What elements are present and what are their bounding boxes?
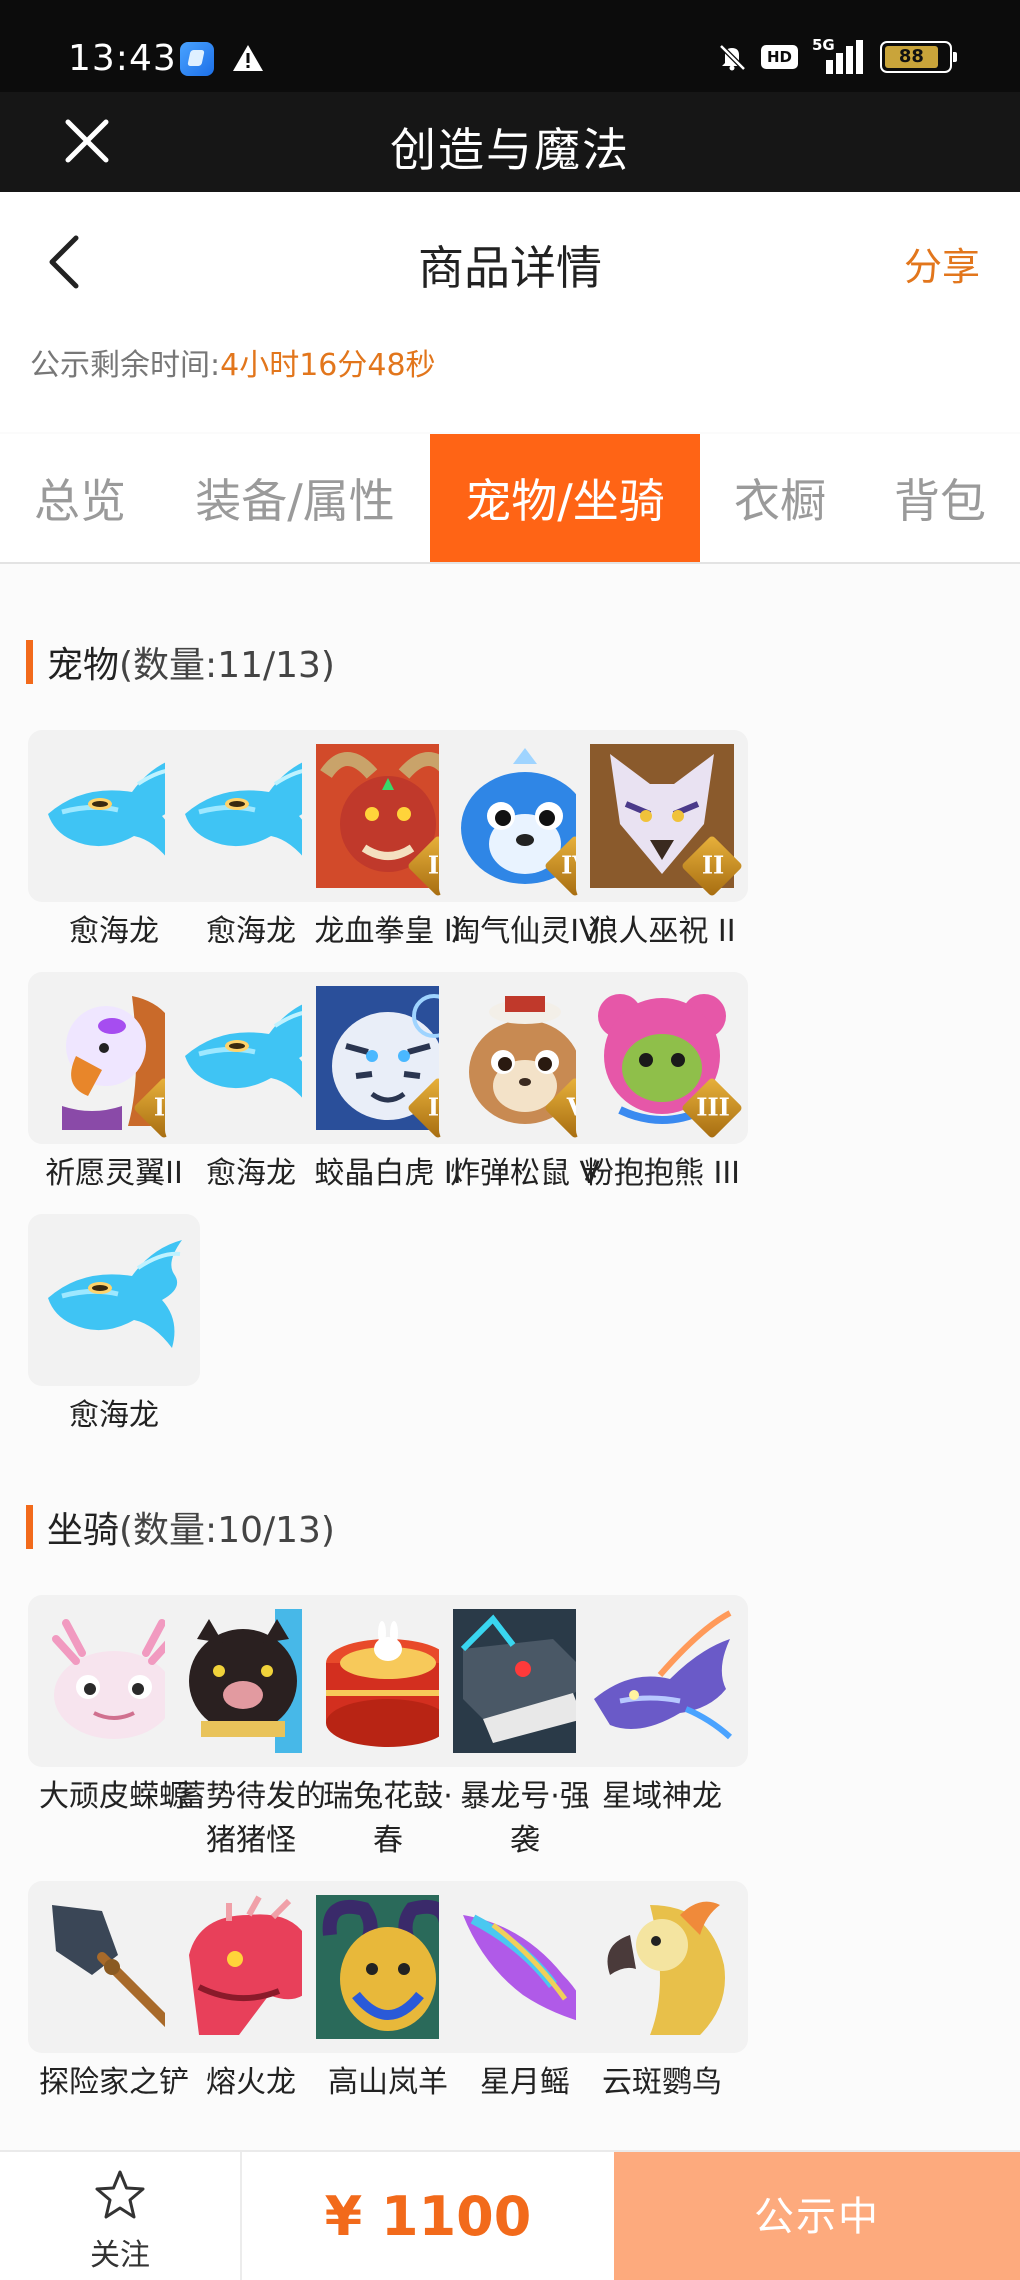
pet-item[interactable]: 愈海龙 bbox=[26, 1214, 202, 1438]
mute-bell-icon bbox=[719, 44, 746, 71]
tab-wardrobe[interactable]: 衣橱 bbox=[720, 434, 840, 562]
tab-backpack[interactable]: 背包 bbox=[880, 434, 1000, 562]
page-title: 商品详情 bbox=[418, 241, 602, 295]
section-accent-bar bbox=[26, 640, 33, 684]
star-dragon-image bbox=[594, 1610, 733, 1740]
mount-item[interactable]: 云斑鹦鸟 bbox=[574, 1881, 750, 2105]
status-time: 13:43 bbox=[68, 38, 177, 79]
parrot-image bbox=[607, 1901, 725, 2035]
pet-thumbnail: III bbox=[576, 972, 748, 1144]
page-header: 商品详情 分享 bbox=[0, 192, 1020, 330]
network-label: 5G bbox=[812, 36, 835, 54]
tab-bar: 总览 装备/属性 宠物/坐骑 衣橱 背包 bbox=[0, 434, 1020, 564]
tab-overview[interactable]: 总览 bbox=[10, 434, 150, 562]
warning-icon bbox=[233, 45, 263, 71]
pet-item[interactable]: III 粉抱抱熊 III bbox=[574, 972, 750, 1196]
share-button[interactable]: 分享 bbox=[904, 236, 980, 291]
countdown-label: 公示剩余时间: bbox=[30, 348, 221, 383]
pets-title: 宠物 bbox=[47, 645, 120, 686]
pet-thumbnail: II bbox=[576, 730, 748, 902]
countdown-row: 公示剩余时间:4小时16分48秒 bbox=[0, 330, 1020, 432]
publicity-status-button[interactable]: 公示中 bbox=[614, 2152, 1020, 2280]
signal-icon: 5G bbox=[812, 36, 866, 74]
pets-count: (数量:11/13) bbox=[119, 645, 335, 686]
sea-dragon-image bbox=[48, 1240, 182, 1348]
mounts-title: 坐骑 bbox=[47, 1510, 120, 1551]
pet-name: 愈海龙 bbox=[69, 1398, 159, 1433]
follow-label: 关注 bbox=[90, 2238, 150, 2273]
mount-name: 云斑鹦鸟 bbox=[602, 2065, 722, 2100]
star-outline-icon bbox=[95, 2170, 145, 2219]
app-title: 创造与魔法 bbox=[390, 123, 630, 177]
follow-button[interactable]: 关注 bbox=[0, 2152, 242, 2280]
section-accent-bar bbox=[26, 1505, 33, 1549]
status-bar: 13:43 HD 5G 88 bbox=[0, 0, 1020, 92]
mount-name: 星域神龙 bbox=[602, 1779, 722, 1814]
mounts-section-header: 坐骑 (数量:10/13) bbox=[26, 1501, 335, 1553]
price: ¥ 1100 bbox=[324, 2185, 532, 2248]
tier-label: III bbox=[696, 1092, 730, 1122]
tab-pets-mounts[interactable]: 宠物/坐骑 bbox=[430, 434, 700, 562]
bottom-bar: 关注 ¥ 1100 公示中 bbox=[0, 2150, 1020, 2280]
pet-name: 狼人巫祝 II bbox=[588, 914, 736, 949]
hd-badge: HD bbox=[760, 45, 798, 69]
pet-item[interactable]: II 狼人巫祝 II bbox=[574, 730, 750, 954]
tier-label: II bbox=[701, 850, 725, 880]
mount-thumbnail bbox=[576, 1595, 748, 1767]
status-indicators: HD 5G 88 bbox=[717, 36, 957, 74]
mount-thumbnail bbox=[576, 1881, 748, 2053]
pet-name: 粉抱抱熊 III bbox=[583, 1156, 741, 1191]
app-notification-icon bbox=[180, 42, 214, 76]
countdown-value: 4小时16分48秒 bbox=[220, 348, 436, 383]
mounts-count: (数量:10/13) bbox=[119, 1510, 335, 1551]
tab-equipment[interactable]: 装备/属性 bbox=[180, 434, 410, 562]
mount-item[interactable]: 星域神龙 bbox=[574, 1595, 750, 1819]
app-bar: 创造与魔法 bbox=[0, 92, 1020, 192]
pets-section-header: 宠物 (数量:11/13) bbox=[26, 636, 335, 688]
battery-icon: 88 bbox=[880, 41, 957, 73]
pet-thumbnail bbox=[28, 1214, 200, 1386]
battery-level: 88 bbox=[885, 46, 938, 68]
